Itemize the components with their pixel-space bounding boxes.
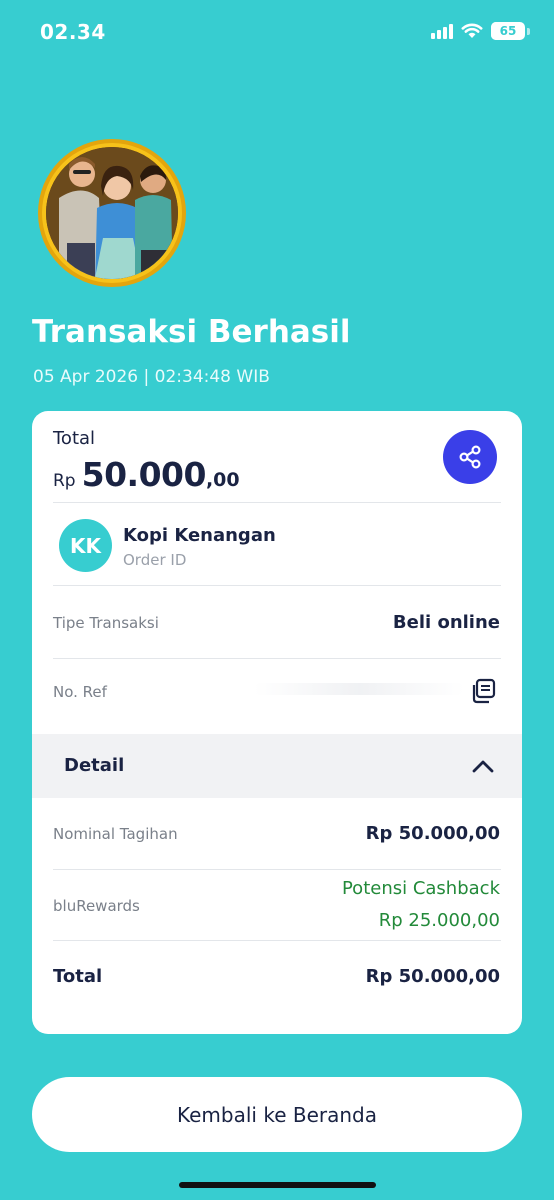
divider xyxy=(53,585,501,586)
total-amount: Rp 50.000 ,00 xyxy=(53,455,240,494)
divider xyxy=(53,940,501,941)
detail-title: Detail xyxy=(64,755,125,776)
transaction-type-label: Tipe Transaksi xyxy=(53,614,159,632)
merchant-avatar: KK xyxy=(59,519,112,572)
status-icons: 65 xyxy=(431,22,530,40)
success-illustration xyxy=(38,139,186,287)
divider xyxy=(53,502,501,503)
merchant-order-id-label: Order ID xyxy=(123,551,187,569)
cashback-potential-label: Potensi Cashback xyxy=(341,878,500,899)
nominal-label: Nominal Tagihan xyxy=(53,825,178,843)
transaction-type-value: Beli online xyxy=(392,612,500,633)
transaction-datetime: 05 Apr 2026 | 02:34:48 WIB xyxy=(33,367,270,387)
detail-section-toggle[interactable]: Detail xyxy=(32,734,522,798)
ref-number-label: No. Ref xyxy=(53,683,107,701)
blurewards-label: bluRewards xyxy=(53,897,140,915)
page-title: Transaksi Berhasil xyxy=(32,314,351,350)
chevron-up-icon xyxy=(472,760,494,773)
amount-main: 50.000 xyxy=(81,455,207,494)
cashback-potential-value: Rp 25.000,00 xyxy=(378,910,500,931)
share-button[interactable] xyxy=(443,430,497,484)
signal-icon xyxy=(431,23,453,39)
nominal-value: Rp 50.000,00 xyxy=(365,823,500,844)
amount-currency: Rp xyxy=(53,471,76,491)
copy-icon[interactable] xyxy=(469,677,497,705)
receipt-card: Total Rp 50.000 ,00 KK Kopi Kenangan Ord… xyxy=(32,411,522,1034)
wifi-icon xyxy=(461,23,483,38)
total-label: Total xyxy=(53,428,96,449)
amount-decimal: ,00 xyxy=(205,469,240,491)
divider xyxy=(53,869,501,870)
home-indicator xyxy=(179,1182,376,1188)
merchant-name: Kopi Kenangan xyxy=(123,525,276,546)
status-bar: 02.34 65 xyxy=(0,0,554,68)
detail-total-value: Rp 50.000,00 xyxy=(365,966,500,987)
battery-icon: 65 xyxy=(491,22,525,40)
back-to-home-button[interactable]: Kembali ke Beranda xyxy=(32,1077,522,1152)
detail-total-label: Total xyxy=(53,966,103,987)
battery-percent: 65 xyxy=(499,24,517,38)
share-icon xyxy=(459,445,481,469)
ref-number-value-masked xyxy=(254,683,464,695)
divider xyxy=(53,658,501,659)
status-time: 02.34 xyxy=(40,20,106,44)
